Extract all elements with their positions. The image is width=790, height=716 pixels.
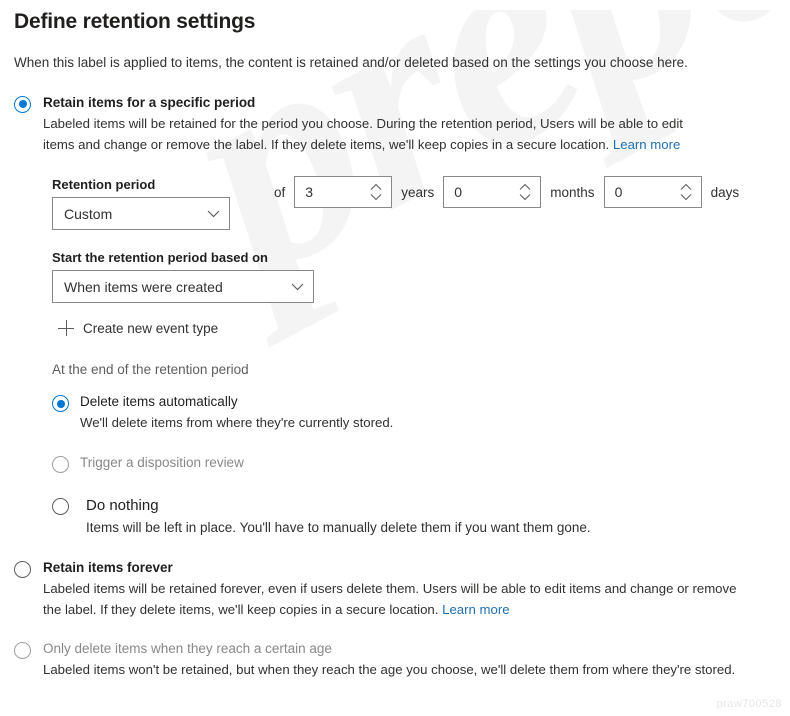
retain-specific-learn-more-link[interactable]: Learn more [613,137,680,152]
page-title: Define retention settings [14,10,256,33]
end-option-delete-automatically-description: We'll delete items from where they're cu… [80,415,394,431]
months-unit-label: months [550,184,595,200]
years-spinner-arrows[interactable] [368,183,384,201]
option-retain-specific-period-label: Retain items for a specific period [43,94,256,110]
option-retain-specific-period[interactable]: Retain items for a specific period Label… [14,95,776,156]
retention-duration-group: of 3 years 0 months 0 days [274,176,748,209]
option-retain-forever-description-text: Labeled items will be retained forever, … [43,581,737,617]
duration-of-label: of [274,184,286,200]
radio-do-nothing[interactable] [52,498,69,516]
end-option-do-nothing-label: Do nothing [86,497,159,515]
option-only-delete-certain-age[interactable]: Only delete items when they reach a cert… [14,641,776,681]
option-retain-forever-description: Labeled items will be retained forever, … [43,579,743,621]
start-retention-dropdown-value: When items were created [64,278,223,295]
chevron-down-icon [207,205,220,223]
radio-only-delete-certain-age[interactable] [14,641,31,659]
option-retain-specific-period-body: Retain items for a specific period Label… [43,95,703,156]
days-spinner-arrows[interactable] [678,183,694,201]
page-intro-text: When this label is applied to items, the… [14,55,688,70]
option-only-delete-certain-age-body: Only delete items when they reach a cert… [43,641,735,681]
end-of-retention-heading: At the end of the retention period [52,362,249,378]
end-option-trigger-disposition-review-body: Trigger a disposition review [80,455,244,472]
chevron-down-icon [519,194,531,201]
option-only-delete-certain-age-label: Only delete items when they reach a cert… [43,640,332,656]
retention-settings-page: Define retention settings When this labe… [0,10,790,680]
retain-forever-learn-more-link[interactable]: Learn more [442,602,509,617]
days-spinner[interactable]: 0 [603,176,702,209]
retention-period-dropdown-value: Custom [64,205,113,222]
radio-delete-items-automatically[interactable] [52,395,69,413]
option-retain-forever[interactable]: Retain items forever Labeled items will … [14,560,776,621]
months-value: 0 [454,184,463,201]
radio-trigger-disposition-review[interactable] [52,456,69,474]
retention-period-row: Retention period Custom of 3 years 0 mon… [52,176,776,231]
end-option-delete-automatically-label: Delete items automatically [80,394,238,410]
start-retention-dropdown[interactable]: When items were created [52,270,314,304]
chevron-down-icon [370,194,382,201]
option-retain-forever-body: Retain items forever Labeled items will … [43,560,743,621]
create-new-event-type-label: Create new event type [83,320,219,336]
start-retention-block: Start the retention period based on When… [52,250,776,304]
days-value: 0 [614,184,623,201]
end-option-trigger-disposition-review-label: Trigger a disposition review [80,455,244,471]
chevron-up-icon [680,184,691,191]
chevron-up-icon [519,184,531,191]
end-option-do-nothing[interactable]: Do nothing Items will be left in place. … [52,497,776,538]
option-retain-specific-period-description: Labeled items will be retained for the p… [43,114,703,156]
option-only-delete-certain-age-description: Labeled items won't be retained, but whe… [43,661,736,677]
option-retain-specific-period-description-text: Labeled items will be retained for the p… [43,115,683,152]
months-spinner-arrows[interactable] [517,183,533,201]
option-retain-forever-label: Retain items forever [43,560,173,576]
watermark-corner-text: praw700528 [716,698,782,710]
chevron-down-icon [291,278,304,296]
create-new-event-type-button[interactable]: Create new event type [58,320,776,337]
retention-period-label: Retention period [52,177,156,193]
months-spinner[interactable]: 0 [443,176,542,209]
end-option-do-nothing-body: Do nothing Items will be left in place. … [86,497,591,538]
retention-period-left: Retention period Custom [52,177,274,231]
days-unit-label: days [710,184,740,200]
years-unit-label: years [401,184,435,200]
years-value: 3 [305,184,314,201]
chevron-down-icon [680,194,691,201]
end-option-delete-automatically-body: Delete items automatically We'll delete … [80,394,393,433]
start-retention-label: Start the retention period based on [52,250,268,266]
chevron-up-icon [370,184,382,191]
plus-icon [58,320,74,337]
end-option-do-nothing-description: Items will be left in place. You'll have… [86,519,591,535]
radio-retain-specific-period[interactable] [14,95,31,113]
retention-period-dropdown[interactable]: Custom [52,197,230,231]
end-option-delete-automatically[interactable]: Delete items automatically We'll delete … [52,394,776,433]
retention-settings-panel: Retention period Custom of 3 years 0 mon… [52,176,776,538]
radio-retain-items-forever[interactable] [14,561,31,579]
years-spinner[interactable]: 3 [294,176,393,209]
end-option-trigger-disposition-review[interactable]: Trigger a disposition review [52,455,776,474]
